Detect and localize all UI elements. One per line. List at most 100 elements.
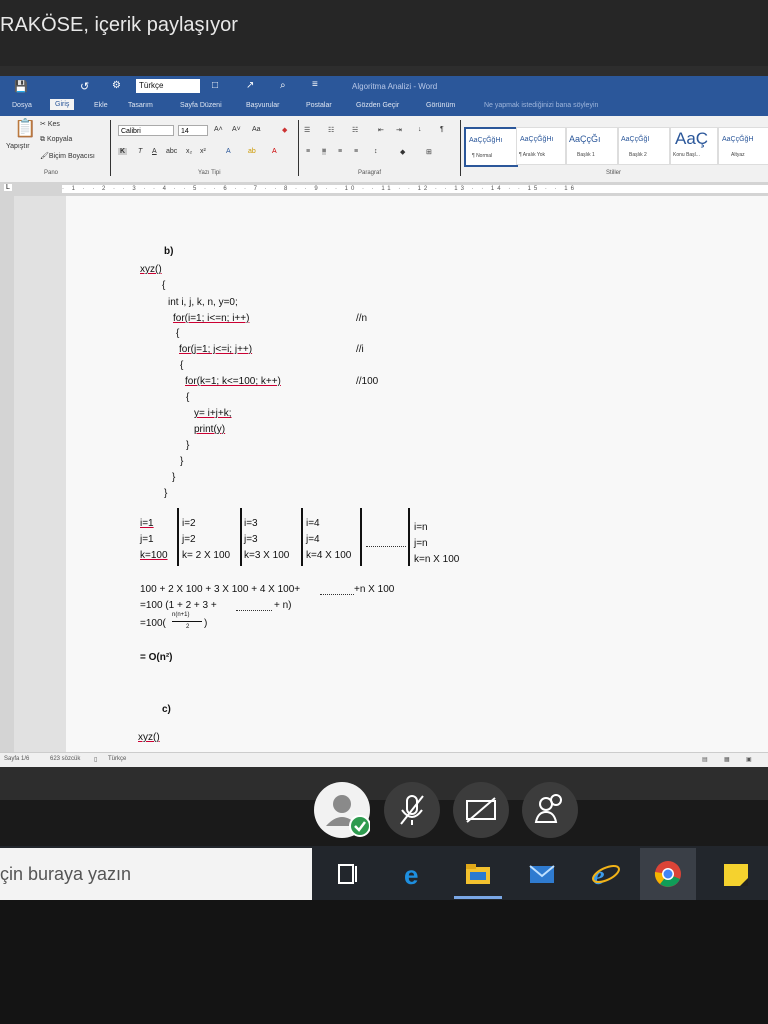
undo-icon[interactable]: ↺: [80, 80, 89, 93]
format-painter-button[interactable]: 🖌Biçim Boyacısı: [40, 152, 95, 160]
grow-font-icon[interactable]: A˄: [214, 126, 223, 133]
style-subtitle[interactable]: AaÇçĞğH Altyaz: [718, 127, 768, 165]
font-name-dropdown[interactable]: Calibri: [118, 125, 174, 136]
code-brace: {: [176, 328, 180, 339]
read-mode-icon[interactable]: ▤: [702, 756, 708, 763]
status-language[interactable]: Türkçe: [108, 756, 126, 762]
tab-design[interactable]: Tasarım: [128, 102, 153, 109]
mute-button[interactable]: [384, 782, 440, 838]
code-brace: {: [162, 280, 166, 291]
sum-line-2: =100 (1 + 2 + 3 +: [140, 600, 217, 611]
font-group-label: Yazı Tipi: [198, 170, 221, 176]
bold-button[interactable]: K: [118, 148, 128, 155]
style-no-spacing[interactable]: AaÇçĞğHı ¶ Aralık Yok: [516, 127, 566, 165]
tab-mailings[interactable]: Postalar: [306, 102, 332, 109]
align-center-icon[interactable]: ≡: [322, 148, 327, 155]
sort-icon[interactable]: ↓: [418, 126, 422, 133]
borders-icon[interactable]: ⊞: [426, 148, 432, 156]
show-marks-icon[interactable]: ¶: [440, 126, 444, 133]
style-normal[interactable]: AaÇçĞğHı ¶ Normal: [464, 127, 518, 167]
camera-off-icon: [466, 797, 496, 823]
chrome-icon[interactable]: [654, 860, 682, 888]
font-size-dropdown[interactable]: 14: [178, 125, 208, 136]
strikethrough-button[interactable]: abc: [166, 148, 177, 155]
style-heading-2[interactable]: AaÇçĞğI Başlık 2: [618, 127, 670, 165]
proofing-icon[interactable]: ▯: [94, 756, 97, 763]
word-count[interactable]: 623 sözcük: [50, 756, 80, 762]
print-layout-icon[interactable]: ▦: [724, 756, 730, 763]
save-icon[interactable]: 💾: [14, 80, 28, 93]
mail-icon[interactable]: [528, 860, 556, 888]
sum-line-3b: ): [204, 618, 208, 629]
language-dropdown[interactable]: Türkçe: [136, 79, 200, 93]
ellipsis-gap: [236, 610, 272, 611]
tab-file[interactable]: Dosya: [12, 102, 32, 109]
tab-layout[interactable]: Sayfa Düzeni: [180, 102, 222, 109]
tab-selector[interactable]: L: [4, 184, 12, 191]
italic-button[interactable]: T: [138, 148, 142, 155]
big-o-result: = O(n²): [140, 652, 173, 663]
new-document-icon[interactable]: □: [212, 80, 218, 91]
style-name: Başlık 1: [577, 152, 595, 158]
vertical-ruler: [0, 196, 14, 752]
highlight-icon[interactable]: ab: [248, 148, 256, 155]
numbering-icon[interactable]: ☷: [328, 126, 334, 134]
language-icon[interactable]: ⚙: [112, 80, 121, 91]
task-view-icon[interactable]: [334, 860, 362, 888]
edge-icon[interactable]: e: [402, 860, 430, 888]
paste-button[interactable]: Yapıştır: [6, 143, 30, 150]
copy-button[interactable]: ⧉ Kopyala: [40, 136, 72, 144]
tab-review[interactable]: Gözden Geçir: [356, 102, 399, 109]
print-preview-icon[interactable]: ⌕: [280, 80, 286, 91]
style-preview: AaÇçĞğHı: [520, 136, 554, 143]
tab-references[interactable]: Başvurular: [246, 102, 279, 109]
sticky-notes-icon[interactable]: [722, 860, 750, 888]
shrink-font-icon[interactable]: A˅: [232, 126, 241, 133]
superscript-button[interactable]: x²: [200, 148, 206, 155]
decrease-indent-icon[interactable]: ⇤: [378, 126, 384, 134]
align-left-icon[interactable]: ≡: [306, 148, 310, 155]
page-count[interactable]: Sayfa 1/6: [4, 756, 29, 762]
line-spacing-icon[interactable]: ↕: [374, 148, 378, 155]
tab-view[interactable]: Görünüm: [426, 102, 455, 109]
divider: [298, 120, 299, 176]
file-explorer-icon[interactable]: [464, 860, 492, 888]
taskbar-search-input[interactable]: çin buraya yazın: [0, 864, 131, 885]
clear-format-icon[interactable]: ◆: [282, 126, 287, 134]
open-icon[interactable]: ↗: [246, 80, 254, 91]
table-cell: i=2: [182, 518, 196, 529]
avatar-button[interactable]: [314, 782, 371, 838]
change-case-icon[interactable]: Aa: [252, 126, 261, 133]
internet-explorer-icon[interactable]: e: [592, 860, 620, 888]
tab-home[interactable]: Giriş: [50, 99, 75, 110]
format-painter-label: Biçim Boyacısı: [48, 153, 95, 160]
paste-icon[interactable]: 📋: [14, 118, 36, 139]
multilevel-list-icon[interactable]: ☵: [352, 126, 358, 134]
style-name: Konu Başl...: [673, 152, 700, 158]
subscript-button[interactable]: x₂: [186, 148, 192, 155]
table-cell: i=n: [414, 522, 428, 533]
align-right-icon[interactable]: ≡: [338, 148, 342, 155]
tell-me-box[interactable]: Ne yapmak istediğinizi bana söyleyin: [484, 102, 598, 109]
tab-insert[interactable]: Ekle: [94, 102, 108, 109]
increase-indent-icon[interactable]: ⇥: [396, 126, 402, 134]
customize-qat-icon[interactable]: ≡: [312, 79, 318, 90]
style-title[interactable]: AaÇ Konu Başl...: [670, 127, 718, 165]
section-label-c: c): [162, 704, 171, 715]
camera-button[interactable]: [453, 782, 509, 838]
divider: [460, 120, 461, 176]
participants-button[interactable]: [522, 782, 578, 838]
ellipsis-gap: [366, 546, 406, 547]
code-comment-i: //i: [356, 344, 364, 355]
style-heading-1[interactable]: AaÇçĞı Başlık 1: [566, 127, 618, 165]
cut-button[interactable]: ✂ Kes: [40, 120, 60, 128]
sum-line-3: =100(: [140, 618, 166, 629]
code-func-xyz-c: xyz(): [138, 732, 160, 743]
justify-icon[interactable]: ≡: [354, 148, 358, 155]
underline-button[interactable]: A: [152, 148, 157, 155]
text-effects-icon[interactable]: A: [226, 148, 231, 155]
shading-icon[interactable]: ◆: [400, 148, 405, 156]
font-color-icon[interactable]: A: [272, 148, 277, 155]
web-layout-icon[interactable]: ▣: [746, 756, 752, 763]
bullets-icon[interactable]: ☰: [304, 126, 310, 134]
